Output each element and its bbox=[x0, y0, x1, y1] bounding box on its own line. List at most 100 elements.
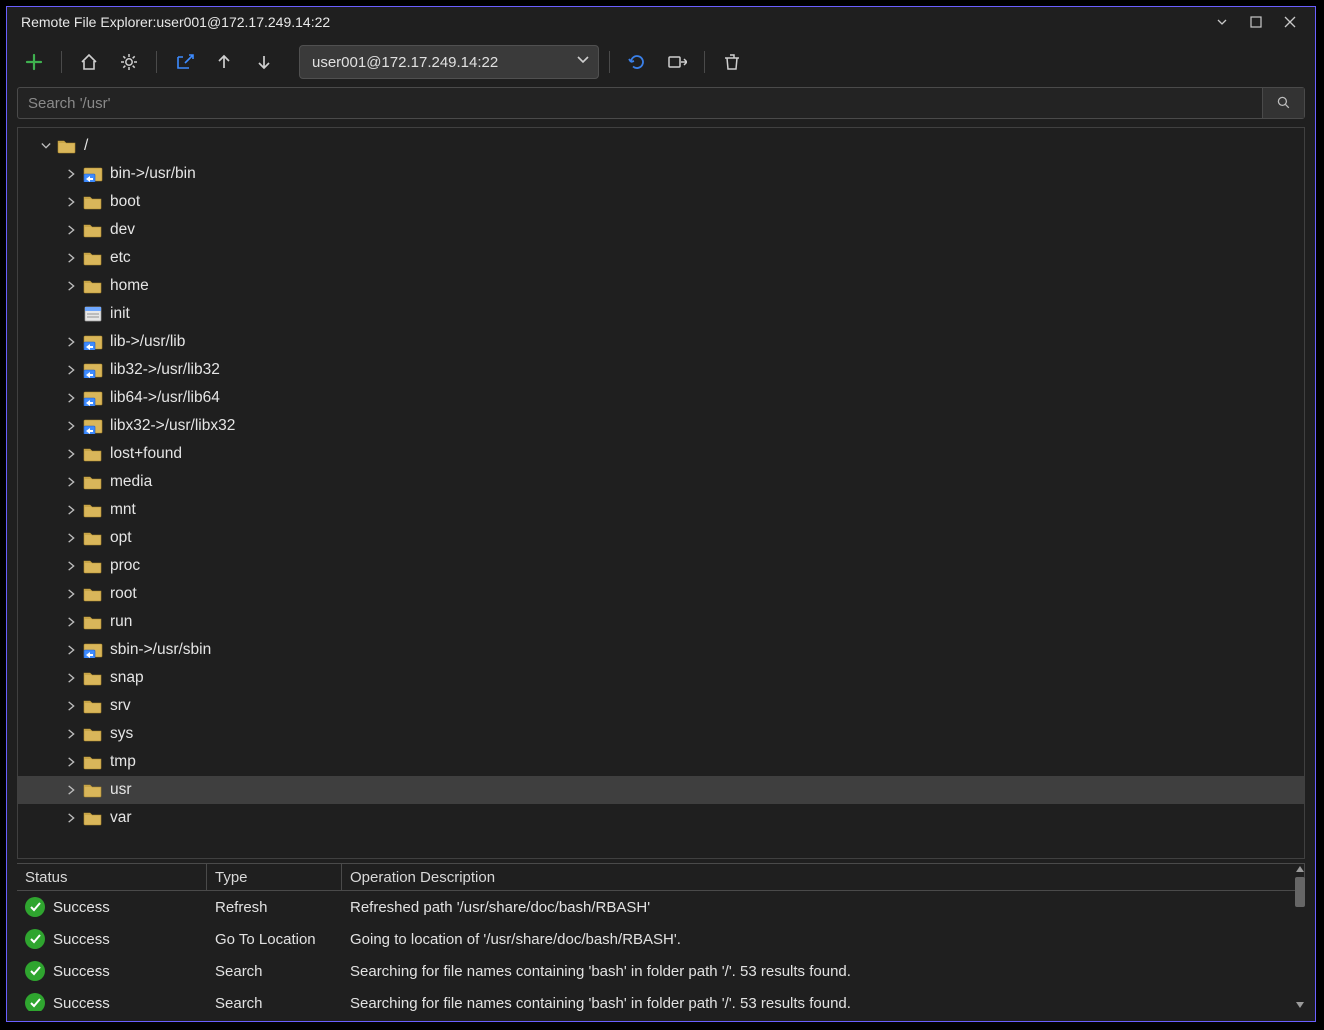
tree-item[interactable]: libx32->/usr/libx32 bbox=[18, 412, 1304, 440]
new-connection-button[interactable] bbox=[17, 45, 51, 79]
tree-item-label: / bbox=[84, 137, 88, 155]
chevron-right-icon[interactable] bbox=[66, 448, 78, 460]
chevron-right-icon[interactable] bbox=[66, 616, 78, 628]
download-button[interactable] bbox=[247, 45, 281, 79]
success-icon bbox=[25, 993, 45, 1011]
chevron-right-icon[interactable] bbox=[66, 420, 78, 432]
tree-item[interactable]: srv bbox=[18, 692, 1304, 720]
status-row[interactable]: SuccessGo To LocationGoing to location o… bbox=[17, 923, 1305, 955]
status-header-desc[interactable]: Operation Description bbox=[342, 863, 1305, 891]
folder-icon bbox=[82, 529, 104, 547]
title-bar: Remote File Explorer:user001@172.17.249.… bbox=[7, 7, 1315, 37]
file-tree[interactable]: / bin->/usr/binbootdevetchomeinitlib->/us… bbox=[18, 128, 1304, 836]
chevron-right-icon[interactable] bbox=[66, 364, 78, 376]
status-row[interactable]: SuccessSearchSearching for file names co… bbox=[17, 987, 1305, 1011]
chevron-down-icon[interactable] bbox=[40, 140, 52, 152]
open-external-button[interactable] bbox=[167, 45, 201, 79]
tree-item-label: var bbox=[110, 809, 132, 827]
tree-item[interactable]: boot bbox=[18, 188, 1304, 216]
status-header-status[interactable]: Status bbox=[17, 863, 207, 891]
chevron-right-icon[interactable] bbox=[66, 644, 78, 656]
tree-item[interactable]: run bbox=[18, 608, 1304, 636]
tree-item-label: sys bbox=[110, 725, 133, 743]
tree-item[interactable]: snap bbox=[18, 664, 1304, 692]
tree-item[interactable]: var bbox=[18, 804, 1304, 832]
window-title: Remote File Explorer:user001@172.17.249.… bbox=[21, 14, 330, 30]
chevron-right-icon[interactable] bbox=[66, 224, 78, 236]
tree-item[interactable]: root bbox=[18, 580, 1304, 608]
chevron-right-icon[interactable] bbox=[66, 672, 78, 684]
tree-item[interactable]: home bbox=[18, 272, 1304, 300]
chevron-right-icon[interactable] bbox=[66, 560, 78, 572]
chevron-right-icon[interactable] bbox=[66, 476, 78, 488]
success-icon bbox=[25, 897, 45, 917]
refresh-button[interactable] bbox=[620, 45, 654, 79]
tree-item[interactable]: dev bbox=[18, 216, 1304, 244]
upload-button[interactable] bbox=[207, 45, 241, 79]
folder-icon bbox=[82, 585, 104, 603]
tree-item[interactable]: tmp bbox=[18, 748, 1304, 776]
search-input[interactable] bbox=[18, 95, 1262, 112]
chevron-right-icon[interactable] bbox=[66, 700, 78, 712]
close-button[interactable] bbox=[1273, 8, 1307, 36]
status-body[interactable]: SuccessRefreshRefreshed path '/usr/share… bbox=[17, 891, 1305, 1011]
tree-item[interactable]: init bbox=[18, 300, 1304, 328]
tree-item-label: lib32->/usr/lib32 bbox=[110, 361, 220, 379]
status-desc: Searching for file names containing 'bas… bbox=[342, 995, 1305, 1012]
chevron-right-icon[interactable] bbox=[66, 392, 78, 404]
delete-button[interactable] bbox=[715, 45, 749, 79]
symlink-icon bbox=[82, 333, 104, 351]
tree-item[interactable]: etc bbox=[18, 244, 1304, 272]
maximize-button[interactable] bbox=[1239, 8, 1273, 36]
scroll-thumb[interactable] bbox=[1295, 877, 1305, 907]
address-selector[interactable]: user001@172.17.249.14:22 bbox=[299, 45, 599, 79]
status-row[interactable]: SuccessRefreshRefreshed path '/usr/share… bbox=[17, 891, 1305, 923]
chevron-right-icon[interactable] bbox=[66, 812, 78, 824]
tree-item[interactable]: proc bbox=[18, 552, 1304, 580]
status-scrollbar[interactable] bbox=[1293, 863, 1307, 1011]
chevron-right-icon[interactable] bbox=[66, 168, 78, 180]
tree-item[interactable]: sbin->/usr/sbin bbox=[18, 636, 1304, 664]
folder-icon bbox=[82, 669, 104, 687]
chevron-right-icon[interactable] bbox=[66, 504, 78, 516]
tree-item[interactable]: lib->/usr/lib bbox=[18, 328, 1304, 356]
chevron-right-icon[interactable] bbox=[66, 336, 78, 348]
chevron-right-icon[interactable] bbox=[66, 728, 78, 740]
scroll-down-icon[interactable] bbox=[1294, 999, 1306, 1011]
home-button[interactable] bbox=[72, 45, 106, 79]
minimize-button[interactable] bbox=[1205, 8, 1239, 36]
tree-item-label: mnt bbox=[110, 501, 136, 519]
tree-item[interactable]: mnt bbox=[18, 496, 1304, 524]
folder-icon bbox=[82, 501, 104, 519]
chevron-right-icon[interactable] bbox=[66, 784, 78, 796]
tree-item[interactable]: lib32->/usr/lib32 bbox=[18, 356, 1304, 384]
search-button[interactable] bbox=[1262, 88, 1304, 118]
status-header-type[interactable]: Type bbox=[207, 863, 342, 891]
chevron-right-icon[interactable] bbox=[66, 588, 78, 600]
tree-item[interactable]: lib64->/usr/lib64 bbox=[18, 384, 1304, 412]
chevron-right-icon[interactable] bbox=[66, 280, 78, 292]
status-type: Go To Location bbox=[207, 931, 342, 948]
tree-item[interactable]: opt bbox=[18, 524, 1304, 552]
tree-item[interactable]: bin->/usr/bin bbox=[18, 160, 1304, 188]
tree-item[interactable]: media bbox=[18, 468, 1304, 496]
symlink-icon bbox=[82, 389, 104, 407]
chevron-right-icon[interactable] bbox=[66, 532, 78, 544]
success-icon bbox=[25, 929, 45, 949]
address-text: user001@172.17.249.14:22 bbox=[312, 54, 498, 71]
chevron-right-icon[interactable] bbox=[66, 252, 78, 264]
scroll-up-icon[interactable] bbox=[1294, 863, 1306, 875]
chevron-right-icon[interactable] bbox=[66, 756, 78, 768]
tree-item[interactable]: usr bbox=[18, 776, 1304, 804]
tree-item[interactable]: lost+found bbox=[18, 440, 1304, 468]
separator bbox=[609, 51, 610, 73]
settings-button[interactable] bbox=[112, 45, 146, 79]
tree-item[interactable]: / bbox=[18, 132, 1304, 160]
tree-item[interactable]: sys bbox=[18, 720, 1304, 748]
folder-icon bbox=[82, 557, 104, 575]
chevron-right-icon[interactable] bbox=[66, 196, 78, 208]
tree-item-label: run bbox=[110, 613, 132, 631]
tree-item-label: libx32->/usr/libx32 bbox=[110, 417, 235, 435]
status-row[interactable]: SuccessSearchSearching for file names co… bbox=[17, 955, 1305, 987]
goto-button[interactable] bbox=[660, 45, 694, 79]
